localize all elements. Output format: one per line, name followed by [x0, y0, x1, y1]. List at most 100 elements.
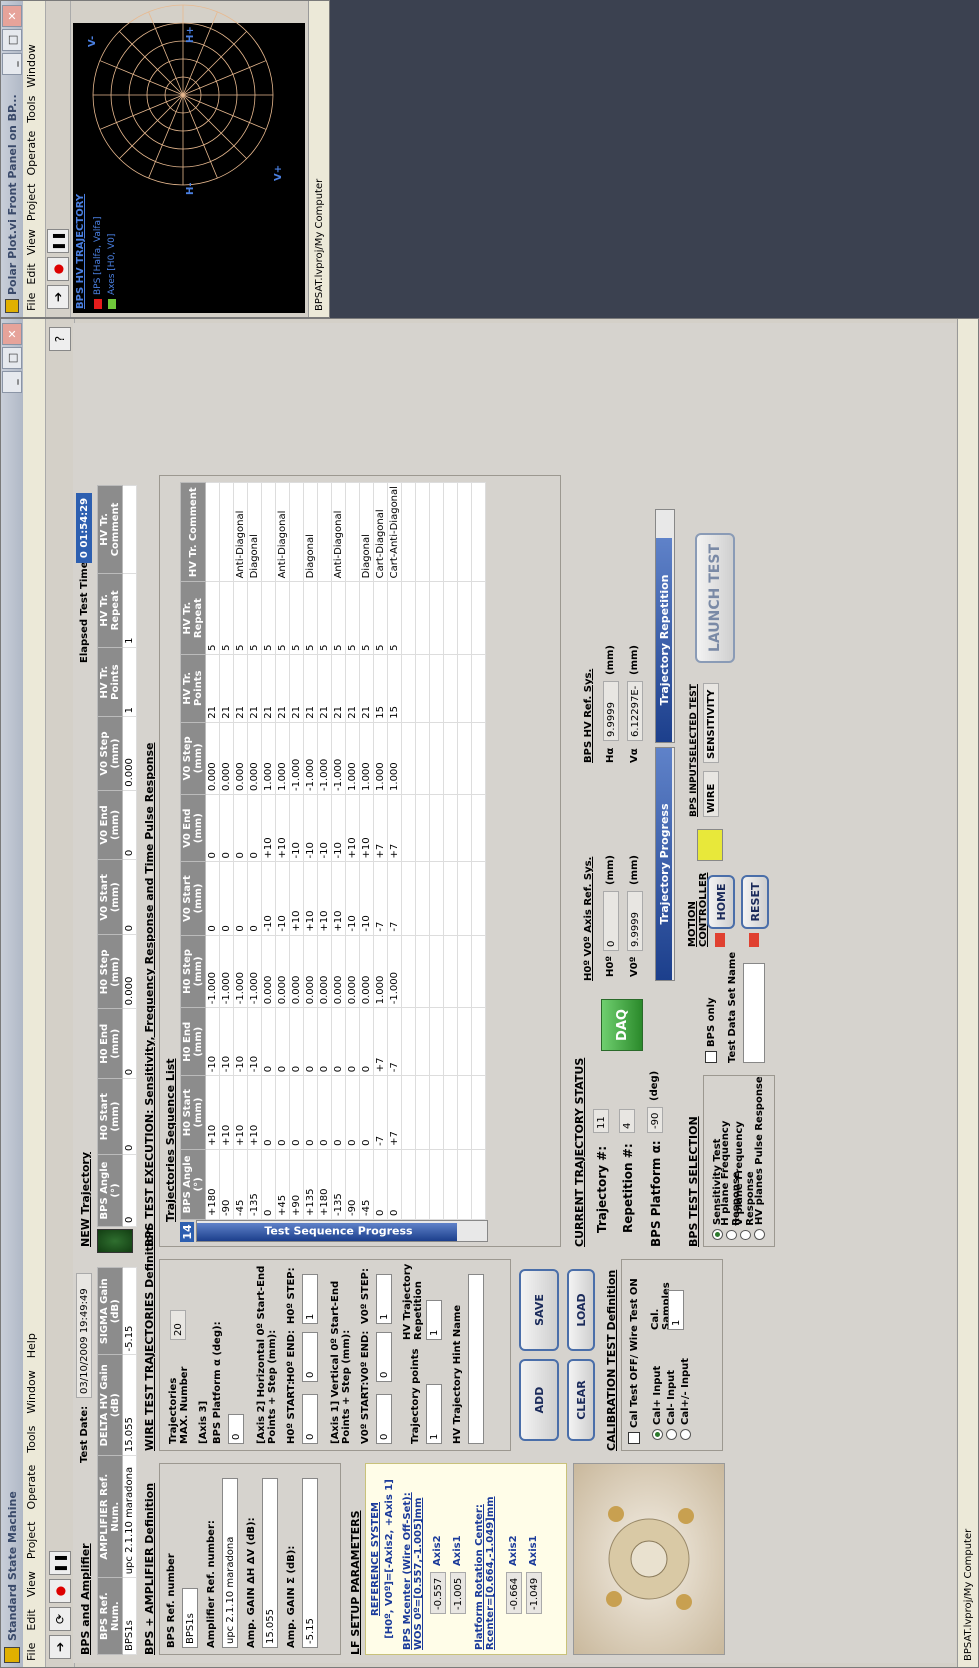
points-input[interactable]: 1 — [426, 1384, 442, 1444]
menu-file[interactable]: File — [25, 1643, 43, 1661]
menu-tools[interactable]: Tools — [25, 1426, 43, 1453]
help-icon[interactable]: ? — [49, 327, 71, 351]
table-cell[interactable]: 0.000 — [122, 716, 137, 791]
minimize-button[interactable]: _ — [2, 371, 22, 393]
polar-menu-tools[interactable]: Tools — [25, 96, 43, 123]
bps-only-checkbox[interactable] — [705, 1051, 717, 1063]
menu-project[interactable]: Project — [25, 1522, 43, 1560]
table-cell[interactable]: upc 2.1.10 maradona — [122, 1455, 137, 1578]
points-label: Trajectory points — [410, 1348, 421, 1444]
table-row[interactable]: -45 +10 -10 -1.000 0 0 0.000 21 5 Anti-Diagonal — [233, 482, 248, 1220]
menu-window[interactable]: Window — [25, 1370, 43, 1413]
v-end-input[interactable]: 0 — [376, 1332, 392, 1382]
table-cell[interactable]: 1 — [122, 573, 137, 648]
table-cell[interactable] — [122, 485, 137, 574]
menu-help[interactable]: Help — [25, 1333, 43, 1358]
table-cell: 1.000 — [359, 722, 374, 795]
v-step-input[interactable]: 1 — [376, 1274, 392, 1324]
h-freq-radio[interactable] — [725, 1229, 737, 1240]
h-end-input[interactable]: 0 — [302, 1332, 318, 1382]
cal-test-checkbox[interactable] — [628, 1432, 640, 1444]
load-button[interactable]: LOAD — [567, 1269, 595, 1351]
gain-sigma-input[interactable]: -5.15 — [302, 1478, 318, 1648]
cal-both-radio[interactable] — [679, 1429, 691, 1440]
polar-close-button[interactable]: ✕ — [2, 5, 22, 27]
table-row[interactable]: +45 0 0 0.000 -10 +10 1.000 21 5 Anti-Diagonal — [275, 482, 290, 1220]
run-continuous-icon[interactable]: ⟳ — [49, 1607, 71, 1631]
motion-controller-header: MOTION CONTROLLER — [687, 872, 709, 947]
table-row[interactable]: 0 -7 +7 1.000 -7 +7 1.000 15 5 Cart-Diagonal — [373, 482, 388, 1220]
clear-button[interactable]: CLEAR — [567, 1359, 595, 1441]
table-cell: Anti-Diagonal — [275, 482, 290, 582]
abort-icon[interactable]: ● — [49, 1579, 71, 1603]
table-cell[interactable]: 15.055 — [122, 1354, 137, 1456]
table-cell[interactable]: 1 — [122, 647, 137, 717]
run-arrow-icon[interactable]: ➔ — [47, 285, 69, 309]
table-cell[interactable]: -5.15 — [122, 1267, 137, 1355]
table-row[interactable]: 0 0 0 0.000 -10 +10 1.000 21 5 — [261, 482, 276, 1220]
table-cell: 0 — [205, 861, 220, 936]
table-cell[interactable]: 0 — [122, 1008, 137, 1079]
cal-samples-input[interactable]: 1 — [668, 1290, 684, 1330]
launch-test-button[interactable]: LAUNCH TEST — [695, 533, 735, 663]
mcenter-axis2-label: Axis2 — [432, 1535, 443, 1566]
cal-plus-radio[interactable] — [651, 1429, 663, 1440]
v-start-input[interactable]: 0 — [376, 1394, 392, 1444]
maximize-button[interactable]: □ — [2, 347, 22, 369]
dataset-input[interactable] — [743, 963, 765, 1063]
table-cell[interactable]: 0.000 — [122, 934, 137, 1009]
table-cell[interactable]: BPS1s — [122, 1577, 137, 1655]
bps-ref-input[interactable]: BPS1s — [182, 1588, 198, 1648]
table-row[interactable]: 0 +7 -7 -1.000 -7 +7 1.000 15 5 Cart-Anti-Diagona… — [387, 482, 402, 1220]
h-start-input[interactable]: 0 — [302, 1394, 318, 1444]
close-button[interactable]: ✕ — [2, 323, 22, 345]
reset-button[interactable]: RESET — [741, 875, 769, 929]
menu-operate[interactable]: Operate — [25, 1465, 43, 1510]
pulse-radio[interactable] — [753, 1229, 765, 1240]
table-row[interactable]: +135 0 0 0.000 +10 -10 -1.000 21 5 Diagonal — [303, 482, 318, 1220]
table-cell — [415, 654, 430, 723]
table-cell[interactable]: 0 — [122, 1154, 137, 1227]
table-cell[interactable]: 0 — [122, 859, 137, 935]
v-freq-radio[interactable] — [739, 1229, 751, 1240]
table-row[interactable]: -135 0 0 0.000 +10 -10 -1.000 21 5 Anti-Diagonal — [331, 482, 346, 1220]
table-cell[interactable]: 0 — [122, 1078, 137, 1155]
polar-menu-project[interactable]: Project — [25, 184, 43, 222]
platform-input[interactable]: 0 — [228, 1414, 244, 1444]
abort-icon[interactable]: ● — [47, 257, 69, 281]
table-row[interactable]: -45 0 0 0.000 -10 +10 1.000 21 5 Diagonal — [359, 482, 374, 1220]
home-button[interactable]: HOME — [707, 875, 735, 929]
polar-menu-operate[interactable]: Operate — [25, 131, 43, 176]
cal-minus-radio[interactable] — [665, 1429, 677, 1440]
sensitivity-radio[interactable] — [711, 1229, 723, 1240]
polar-menu-window[interactable]: Window — [25, 44, 43, 87]
table-row[interactable]: -90 +10 -10 -1.000 0 0 0.000 21 5 — [219, 482, 234, 1220]
table-row[interactable]: -90 0 0 0.000 -10 +10 1.000 21 5 — [345, 482, 360, 1220]
table-row[interactable]: -135 +10 -10 -1.000 0 0 0.000 21 5 Diagonal — [247, 482, 262, 1220]
run-arrow-icon[interactable]: ➔ — [49, 1635, 71, 1659]
repetition-input[interactable]: 1 — [426, 1300, 442, 1340]
polar-menu-file[interactable]: File — [25, 293, 43, 311]
menu-edit[interactable]: Edit — [25, 1609, 43, 1630]
table-row[interactable]: +90 0 0 0.000 +10 -10 -1.000 21 5 — [289, 482, 304, 1220]
add-button[interactable]: ADD — [519, 1359, 559, 1441]
table-cell[interactable]: 0 — [122, 790, 137, 860]
polar-menu-view[interactable]: View — [25, 229, 43, 255]
pause-icon[interactable]: ❚❚ — [49, 1551, 71, 1575]
h-step-input[interactable]: 1 — [302, 1274, 318, 1324]
pause-icon[interactable]: ❚❚ — [47, 229, 69, 253]
table-row[interactable]: +180 0 0 0.000 +10 -10 -1.000 21 5 — [317, 482, 332, 1220]
gain-dhv-input[interactable]: 15.055 — [262, 1478, 278, 1648]
polar-menu-edit[interactable]: Edit — [25, 263, 43, 284]
menu-view[interactable]: View — [25, 1571, 43, 1597]
hint-input[interactable] — [468, 1274, 484, 1444]
polar-maximize-button[interactable]: □ — [2, 29, 22, 51]
amp-ref-input[interactable]: upc 2.1.10 maradona — [222, 1478, 238, 1648]
table-row[interactable]: +180 +10 -10 -1.000 0 0 0.000 21 5 — [205, 482, 220, 1220]
polar-minimize-button[interactable]: _ — [2, 53, 22, 75]
save-button[interactable]: SAVE — [519, 1269, 559, 1351]
test-selection-header: BPS TEST SELECTION — [687, 1116, 700, 1247]
table-cell: 5 — [219, 581, 234, 655]
status-indicator-yellow — [697, 829, 723, 861]
bps-input-value: WIRE — [703, 771, 719, 817]
